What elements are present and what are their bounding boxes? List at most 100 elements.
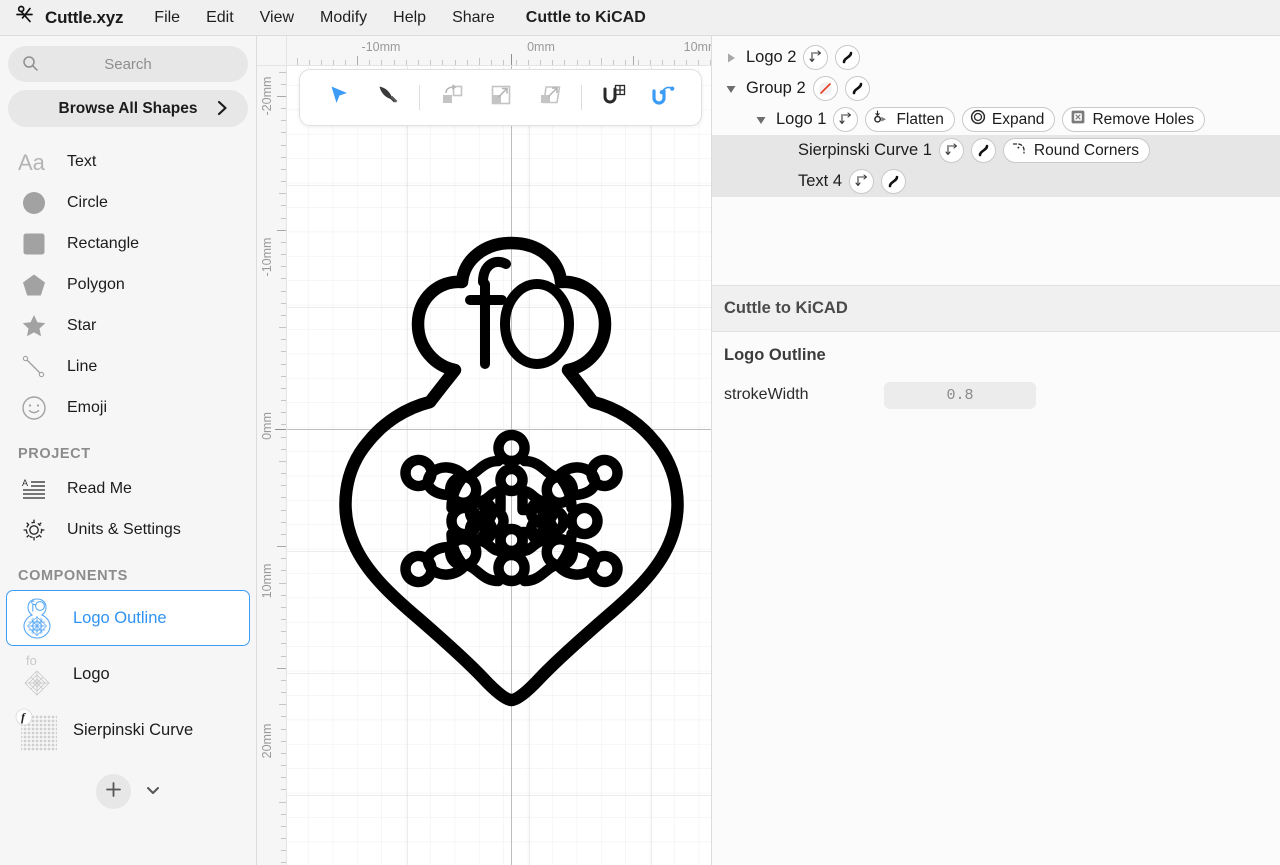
menu-file[interactable]: File — [141, 6, 193, 30]
add-component-button[interactable] — [96, 774, 131, 809]
tree-row[interactable]: Logo 2 — [712, 42, 1280, 73]
disclosure-triangle-expanded-icon[interactable] — [752, 114, 769, 126]
menu-share[interactable]: Share — [439, 6, 508, 30]
component-label: Sierpinski Curve — [73, 721, 193, 740]
search-input[interactable] — [8, 46, 248, 82]
tree-item-label: Group 2 — [746, 79, 806, 98]
parameters-body: Logo Outline strokeWidth — [712, 332, 1280, 865]
modifier-chip-expand[interactable]: Expand — [962, 107, 1056, 132]
shape-label: Emoji — [67, 399, 107, 417]
parameter-name: strokeWidth — [724, 386, 884, 404]
components-section-header: COMPONENTS — [0, 550, 256, 590]
align-tool[interactable] — [427, 75, 476, 120]
component-item-logo-outline[interactable]: Logo Outline — [6, 590, 250, 646]
sierpinski-curve-motif — [406, 435, 618, 582]
shape-item-line[interactable]: Line — [0, 346, 256, 387]
modifier-chip-label: Flatten — [896, 111, 943, 129]
shape-label: Line — [67, 358, 97, 376]
skew-tool[interactable] — [525, 75, 574, 120]
canvas[interactable]: -10mm 0mm 10mm — [257, 36, 712, 865]
shape-label: Star — [67, 317, 96, 335]
menu-edit[interactable]: Edit — [193, 6, 247, 30]
document-text-icon: A — [16, 475, 52, 503]
select-tool[interactable] — [314, 75, 363, 120]
body: Browse All Shapes Aa Text — [0, 36, 1280, 865]
brand[interactable]: Cuttle.xyz — [14, 4, 123, 31]
expand-circle-icon — [970, 109, 986, 130]
disclosure-triangle-collapsed-icon[interactable] — [722, 52, 739, 64]
scale-tool[interactable] — [476, 75, 525, 120]
strokewidth-input[interactable] — [884, 382, 1036, 409]
tree-row[interactable]: Text 4 — [712, 166, 1280, 197]
magnet-point-icon — [650, 83, 676, 112]
gear-icon — [16, 516, 52, 544]
shape-item-text[interactable]: Aa Text — [0, 141, 256, 182]
parameter-row: strokeWidth — [712, 380, 1280, 410]
chevron-down-icon[interactable] — [145, 783, 161, 801]
ruler-corner — [257, 36, 287, 66]
ruler-label-v: -10mm — [260, 238, 274, 277]
component-label: Logo Outline — [73, 609, 167, 628]
shape-item-polygon[interactable]: Polygon — [0, 264, 256, 305]
sierpinski-thumb-icon: f — [15, 707, 59, 753]
svg-text:fo: fo — [26, 653, 37, 668]
ruler-label-v: 10mm — [260, 564, 274, 599]
tree-row[interactable]: Group 2 — [712, 73, 1280, 104]
component-item-logo[interactable]: fo Logo — [6, 646, 250, 702]
tree-row[interactable]: Logo 1 — [712, 104, 1280, 135]
shape-item-star[interactable]: Star — [0, 305, 256, 346]
easing-curve-icon[interactable] — [845, 76, 870, 101]
app-root: Cuttle.xyz File Edit View Modify Help Sh… — [0, 0, 1280, 865]
modifier-chip-round-corners[interactable]: Round Corners — [1003, 138, 1150, 163]
ruler-label-v: 0mm — [260, 412, 274, 440]
project-item-read-me[interactable]: A Read Me — [0, 468, 256, 509]
shape-item-circle[interactable]: Circle — [0, 182, 256, 223]
toolbar-separator — [419, 85, 420, 110]
transform-icon[interactable] — [939, 138, 964, 163]
browse-all-shapes-button[interactable]: Browse All Shapes — [8, 90, 248, 127]
pen-tool[interactable] — [363, 75, 412, 120]
menu-view[interactable]: View — [247, 6, 307, 30]
project-item-units-settings[interactable]: Units & Settings — [0, 509, 256, 550]
component-label: Logo — [73, 665, 110, 684]
document-title[interactable]: Cuttle to KiCAD — [508, 6, 659, 30]
parameter-group-title: Logo Outline — [712, 346, 1280, 365]
text-aa-icon: Aa — [16, 147, 52, 177]
easing-curve-icon[interactable] — [881, 169, 906, 194]
canvas-grid[interactable] — [287, 66, 711, 865]
canvas-artwork[interactable] — [287, 66, 711, 865]
easing-curve-icon[interactable] — [971, 138, 996, 163]
star-icon — [16, 311, 52, 341]
shape-item-rectangle[interactable]: Rectangle — [0, 223, 256, 264]
easing-curve-icon[interactable] — [835, 45, 860, 70]
ruler-vertical: -20mm -10mm 0mm 10mm 20mm — [257, 36, 287, 865]
logo-thumb-icon: fo — [15, 651, 59, 697]
flatten-icon — [873, 110, 890, 130]
canvas-toolbar — [299, 69, 702, 126]
ruler-label-h: 0mm — [527, 40, 555, 54]
transform-icon[interactable] — [833, 107, 858, 132]
smiley-icon — [16, 393, 52, 423]
tree-item-label: Logo 2 — [746, 48, 796, 67]
disclosure-triangle-expanded-icon[interactable] — [722, 83, 739, 95]
plus-icon — [104, 780, 123, 804]
cursor-arrow-icon — [328, 84, 350, 111]
menu-help[interactable]: Help — [380, 6, 439, 30]
modifier-chip-label: Expand — [992, 111, 1045, 129]
search-field-wrapper[interactable] — [8, 46, 248, 82]
snap-point-tool[interactable] — [638, 75, 687, 120]
sidebar: Browse All Shapes Aa Text — [0, 36, 257, 865]
tree-row[interactable]: Sierpinski Curve 1 — [712, 135, 1280, 166]
transform-icon[interactable] — [803, 45, 828, 70]
shape-item-emoji[interactable]: Emoji — [0, 387, 256, 428]
no-fill-icon[interactable] — [813, 76, 838, 101]
menu-modify[interactable]: Modify — [307, 6, 380, 30]
brand-name: Cuttle.xyz — [45, 8, 123, 28]
logo-outline-thumb-icon — [15, 595, 59, 641]
modifier-chip-label: Remove Holes — [1092, 111, 1194, 129]
transform-icon[interactable] — [849, 169, 874, 194]
snap-grid-tool[interactable] — [589, 75, 638, 120]
component-item-sierpinski-curve[interactable]: f Sierpinski Curve — [6, 702, 250, 758]
modifier-chip-flatten[interactable]: Flatten — [865, 107, 954, 132]
modifier-chip-remove-holes[interactable]: Remove Holes — [1062, 107, 1205, 132]
